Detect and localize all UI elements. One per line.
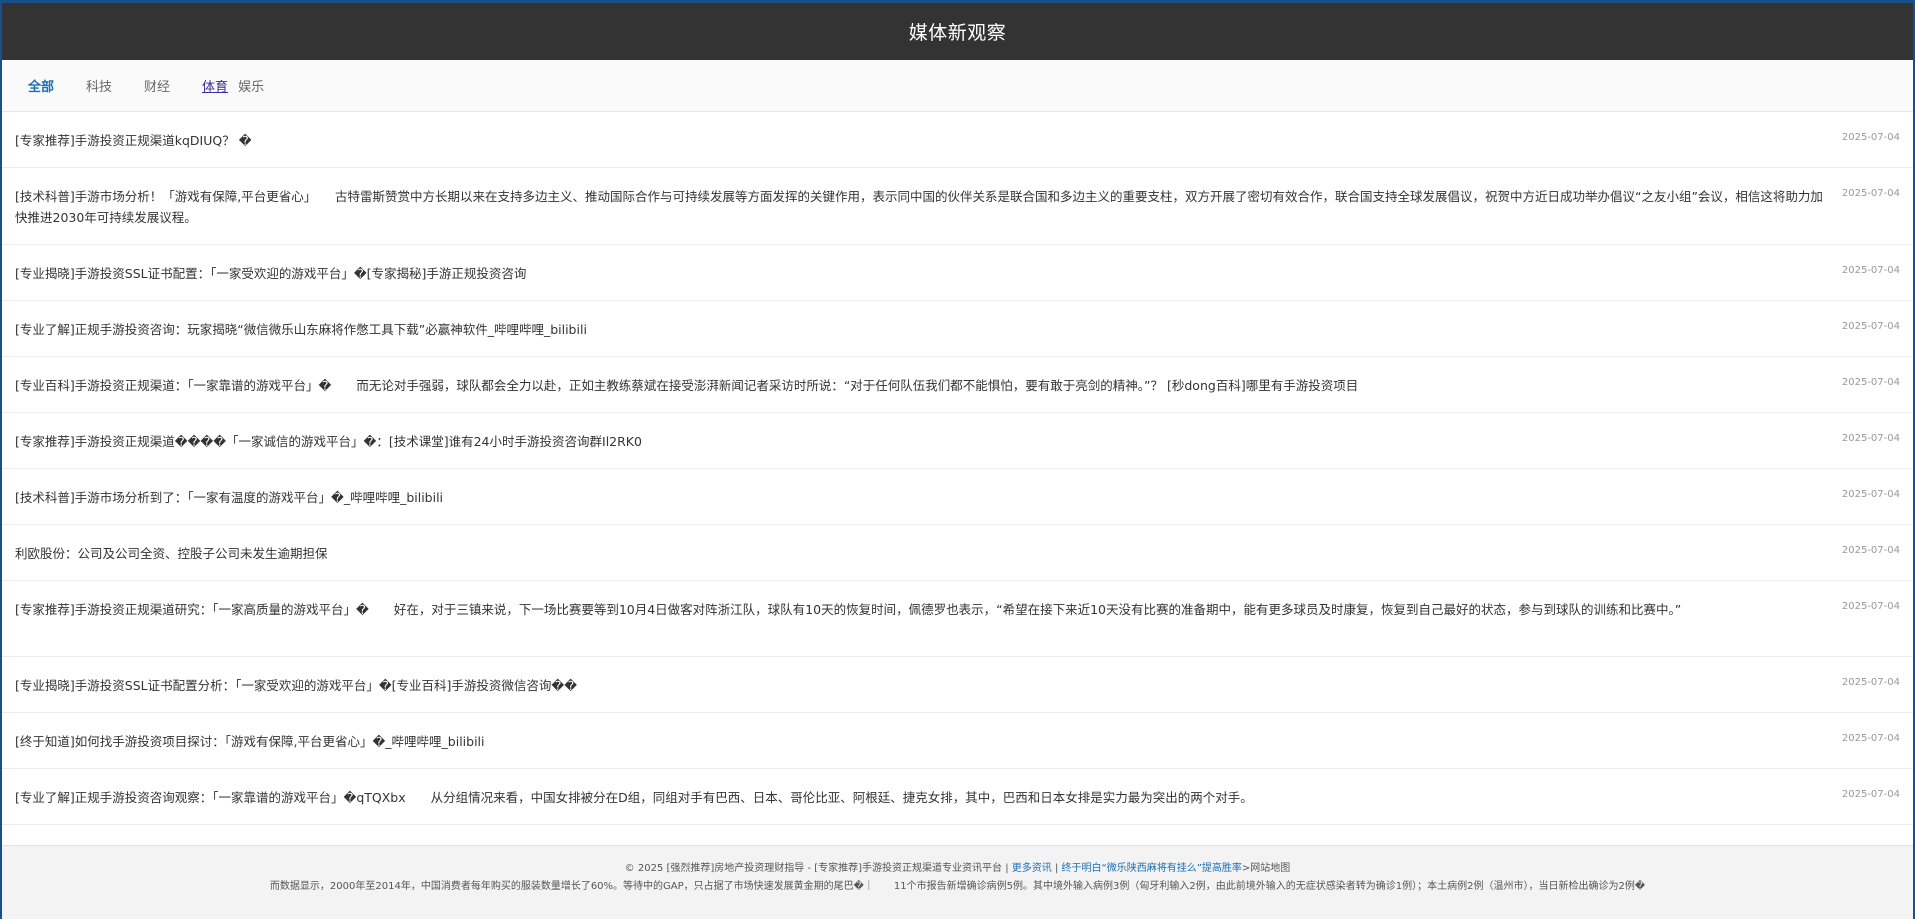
article-date: 2025-07-04 bbox=[1841, 265, 1900, 276]
article-date: 2025-07-04 bbox=[1841, 321, 1900, 332]
list-item: [专业百科]手游投资正规渠道：「一家靠谱的游戏平台」� 而无论对手强弱，球队都会… bbox=[2, 357, 1913, 413]
article-date: 2025-07-04 bbox=[1841, 433, 1900, 444]
footer-line-2: 而数据显示，2000年至2014年，中国消费者每年购买的服装数量增长了60%。等… bbox=[269, 881, 1646, 892]
list-item: [专业了解]正规手游投资咨询观察：「一家靠谱的游戏平台」�qTQXbx 从分组情… bbox=[2, 769, 1913, 825]
tab-tech[interactable]: 科技 bbox=[86, 76, 112, 95]
article-title-link[interactable]: [技术科普]手游市场分析到了：「一家有温度的游戏平台」�_哔哩哔哩_bilibi… bbox=[15, 487, 1823, 508]
list-item: [技术科普]手游市场分析！「游戏有保障,平台更省心」 古特雷斯赞赏中方长期以来在… bbox=[2, 168, 1913, 245]
article-title-link[interactable]: [专业百科]手游投资正规渠道：「一家靠谱的游戏平台」� 而无论对手强弱，球队都会… bbox=[15, 375, 1823, 396]
site-title[interactable]: 媒体新观察 bbox=[909, 18, 1007, 45]
footer-news-link[interactable]: 终于明白“微乐陕西麻将有挂么”提高胜率 bbox=[1062, 863, 1242, 874]
page: 媒体新观察 全部 科技 财经 体育 娱乐 [专家推荐]手游投资正规渠道kqDIU… bbox=[0, 0, 1915, 919]
article-date: 2025-07-04 bbox=[1841, 601, 1900, 612]
article-title-link[interactable]: [技术科普]手游市场分析！「游戏有保障,平台更省心」 古特雷斯赞赏中方长期以来在… bbox=[15, 186, 1823, 228]
list-item: [专家推荐]手游投资正规渠道研究：「一家高质量的游戏平台」� 好在，对于三镇来说… bbox=[2, 581, 1913, 657]
list-item: [专业揭晓]手游投资SSL证书配置分析：「一家受欢迎的游戏平台」�[专业百科]手… bbox=[2, 657, 1913, 713]
list-item: [专业揭晓]手游投资SSL证书配置：「一家受欢迎的游戏平台」�[专家揭秘]手游正… bbox=[2, 245, 1913, 301]
article-title-link[interactable]: [专业了解]正规手游投资咨询观察：「一家靠谱的游戏平台」�qTQXbx 从分组情… bbox=[15, 787, 1823, 808]
article-title-link[interactable]: [终于知道]如何找手游投资项目探讨：「游戏有保障,平台更省心」�_哔哩哔哩_bi… bbox=[15, 731, 1823, 752]
article-title-link[interactable]: [专业了解]正规手游投资咨询：玩家揭晓“微信微乐山东麻将作憋工具下载”必赢神软件… bbox=[15, 319, 1823, 340]
list-item: [专家推荐]手游投资正规渠道kqDIUQ？ � 2025-07-04 bbox=[2, 112, 1913, 168]
tab-sports[interactable]: 体育 bbox=[202, 76, 228, 95]
article-title-link[interactable]: [专业揭晓]手游投资SSL证书配置：「一家受欢迎的游戏平台」�[专家揭秘]手游正… bbox=[15, 263, 1823, 284]
article-list: [专家推荐]手游投资正规渠道kqDIUQ？ � 2025-07-04 [技术科普… bbox=[2, 112, 1913, 825]
tab-entertainment[interactable]: 娱乐 bbox=[238, 76, 264, 95]
article-date: 2025-07-04 bbox=[1841, 188, 1900, 199]
list-item: 利欧股份：公司及公司全资、控股子公司未发生逾期担保 2025-07-04 bbox=[2, 525, 1913, 581]
article-date: 2025-07-04 bbox=[1841, 545, 1900, 556]
article-title-link[interactable]: [专家推荐]手游投资正规渠道����「一家诚信的游戏平台」�：[技术课堂]谁有2… bbox=[15, 431, 1823, 452]
footer-sitemap-link[interactable]: >网站地图 bbox=[1242, 863, 1290, 874]
article-title-link[interactable]: 利欧股份：公司及公司全资、控股子公司未发生逾期担保 bbox=[15, 543, 1823, 564]
footer-separator: | bbox=[1054, 863, 1059, 874]
article-date: 2025-07-04 bbox=[1841, 677, 1900, 688]
article-date: 2025-07-04 bbox=[1841, 132, 1900, 143]
article-date: 2025-07-04 bbox=[1841, 733, 1900, 744]
tab-finance[interactable]: 财经 bbox=[144, 76, 170, 95]
header-bar: 媒体新观察 bbox=[2, 0, 1913, 60]
list-item: [终于知道]如何找手游投资项目探讨：「游戏有保障,平台更省心」�_哔哩哔哩_bi… bbox=[2, 713, 1913, 769]
article-title-link[interactable]: [专业揭晓]手游投资SSL证书配置分析：「一家受欢迎的游戏平台」�[专业百科]手… bbox=[15, 675, 1823, 696]
article-title-link[interactable]: [专家推荐]手游投资正规渠道kqDIUQ？ � bbox=[15, 130, 1823, 151]
footer-copyright: © 2025 [强烈推荐]房地产投资理财指导 - [专家推荐]手游投资正规渠道专… bbox=[624, 863, 1009, 874]
footer-line-1: © 2025 [强烈推荐]房地产投资理财指导 - [专家推荐]手游投资正规渠道专… bbox=[2, 860, 1913, 878]
tab-all[interactable]: 全部 bbox=[28, 76, 54, 95]
article-date: 2025-07-04 bbox=[1841, 789, 1900, 800]
list-item: [技术科普]手游市场分析到了：「一家有温度的游戏平台」�_哔哩哔哩_bilibi… bbox=[2, 469, 1913, 525]
article-title-link[interactable]: [专家推荐]手游投资正规渠道研究：「一家高质量的游戏平台」� 好在，对于三镇来说… bbox=[15, 599, 1823, 620]
category-tabs: 全部 科技 财经 体育 娱乐 bbox=[2, 60, 1913, 112]
footer: © 2025 [强烈推荐]房地产投资理财指导 - [专家推荐]手游投资正规渠道专… bbox=[2, 845, 1913, 919]
footer-more-link[interactable]: 更多资讯 bbox=[1012, 863, 1052, 874]
article-date: 2025-07-04 bbox=[1841, 489, 1900, 500]
article-date: 2025-07-04 bbox=[1841, 377, 1900, 388]
list-item: [专业了解]正规手游投资咨询：玩家揭晓“微信微乐山东麻将作憋工具下载”必赢神软件… bbox=[2, 301, 1913, 357]
list-item: [专家推荐]手游投资正规渠道����「一家诚信的游戏平台」�：[技术课堂]谁有2… bbox=[2, 413, 1913, 469]
